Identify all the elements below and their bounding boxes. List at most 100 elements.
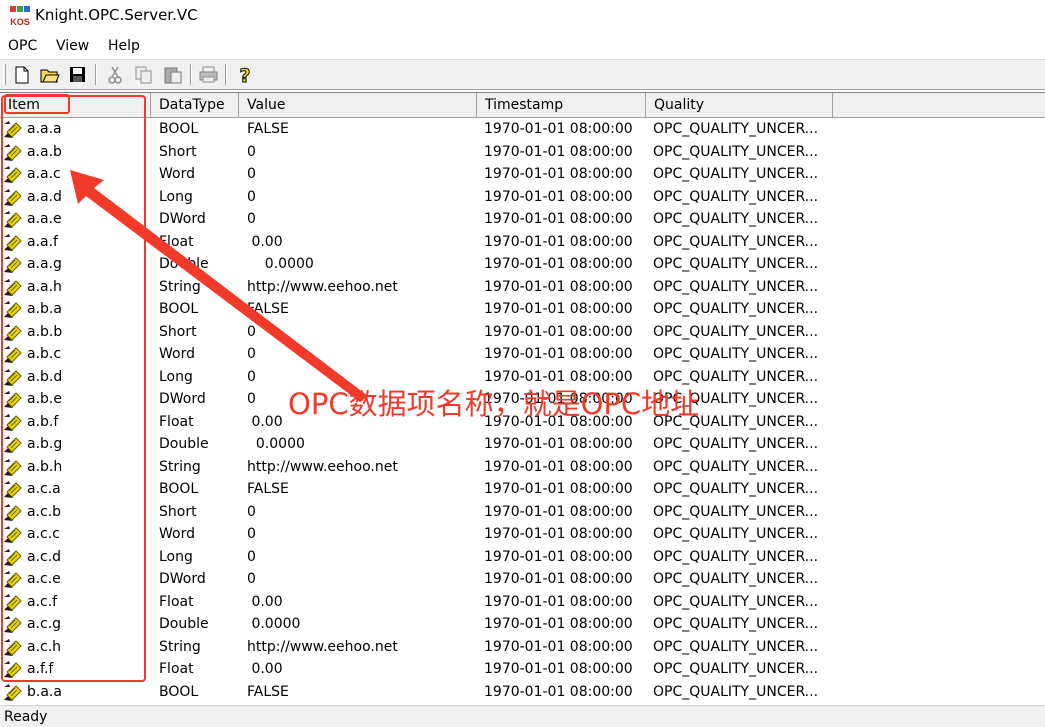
cell-quality: OPC_QUALITY_UNCER... bbox=[653, 481, 819, 497]
cell-value: 0.00 bbox=[247, 593, 283, 610]
cell-quality: OPC_QUALITY_UNCER... bbox=[653, 166, 819, 182]
toolbar-separator bbox=[95, 64, 97, 85]
cell-quality: OPC_QUALITY_UNCER... bbox=[653, 683, 819, 700]
cell-quality: OPC_QUALITY_UNCER... bbox=[653, 458, 819, 475]
window-title: Knight.OPC.Server.VC bbox=[35, 6, 198, 24]
table-row[interactable]: a.c.c Word 0 1970-01-01 08:00:00 OPC_QUALITY… bbox=[0, 523, 1045, 546]
column-header-value[interactable]: Value bbox=[239, 93, 477, 117]
cell-quality: OPC_QUALITY_UNCER... bbox=[653, 233, 819, 250]
open-button[interactable] bbox=[38, 63, 61, 86]
cell-timestamp: 1970-01-01 08:00:00 bbox=[484, 188, 633, 205]
table-row[interactable]: a.b.c Word 0 1970-01-01 08:00:00 OPC_QUALITY… bbox=[0, 343, 1045, 366]
table-row[interactable]: a.c.f Float 0.00 1970-01-01 08:00:00 OPC_QU… bbox=[0, 591, 1045, 614]
cell-quality: OPC_QUALITY_UNCER... bbox=[653, 143, 819, 160]
cell-quality: OPC_QUALITY_UNCER... bbox=[653, 256, 819, 272]
table-row[interactable]: b.a.a BOOL FALSE 1970-01-01 08:00:00 OPC_QUA… bbox=[0, 681, 1045, 704]
cell-timestamp: 1970-01-01 08:00:00 bbox=[484, 121, 633, 137]
cell-timestamp: 1970-01-01 08:00:00 bbox=[484, 166, 633, 182]
table-row[interactable]: a.c.e DWord 0 1970-01-01 08:00:00 OPC_QUALIT… bbox=[0, 568, 1045, 591]
cell-value: 0 bbox=[247, 166, 256, 182]
cell-quality: OPC_QUALITY_UNCER... bbox=[653, 278, 819, 295]
cell-value: 0.0000 bbox=[247, 616, 301, 632]
cell-timestamp: 1970-01-01 08:00:00 bbox=[484, 301, 633, 317]
cell-timestamp: 1970-01-01 08:00:00 bbox=[484, 526, 633, 542]
table-row[interactable]: a.a.f Float 0.00 1970-01-01 08:00:00 OPC_QU… bbox=[0, 231, 1045, 254]
status-bar: Ready bbox=[0, 705, 1045, 727]
cell-value: 0 bbox=[247, 526, 256, 542]
table-row[interactable]: a.a.g Double 0.0000 1970-01-01 08:00:00 OPC… bbox=[0, 253, 1045, 276]
cell-timestamp: 1970-01-01 08:00:00 bbox=[484, 616, 633, 632]
table-row[interactable]: a.c.g Double 0.0000 1970-01-01 08:00:00 OPC… bbox=[0, 613, 1045, 636]
list-header: Item DataType Value Timestamp Quality bbox=[0, 93, 1045, 118]
column-header-timestamp[interactable]: Timestamp bbox=[477, 93, 646, 117]
cell-value: 0 bbox=[247, 391, 256, 407]
print-button[interactable] bbox=[197, 63, 220, 86]
table-row[interactable]: a.c.b Short 0 1970-01-01 08:00:00 OPC_QUALIT… bbox=[0, 501, 1045, 524]
save-icon bbox=[70, 67, 85, 82]
cell-timestamp: 1970-01-01 08:00:00 bbox=[484, 323, 633, 340]
table-row[interactable]: a.c.h String http://www.eehoo.net 1970-01-0… bbox=[0, 636, 1045, 659]
table-row[interactable]: a.a.e DWord 0 1970-01-01 08:00:00 OPC_QUALIT… bbox=[0, 208, 1045, 231]
table-row[interactable]: a.c.d Long 0 1970-01-01 08:00:00 OPC_QUALITY… bbox=[0, 546, 1045, 569]
print-icon bbox=[199, 66, 218, 83]
cell-value: FALSE bbox=[247, 121, 289, 137]
cell-item: b.a.a bbox=[27, 683, 62, 700]
table-row[interactable]: a.b.a BOOL FALSE 1970-01-01 08:00:00 OPC_QUA… bbox=[0, 298, 1045, 321]
cell-datatype: BOOL bbox=[159, 683, 199, 700]
title-bar: KOS Knight.OPC.Server.VC bbox=[0, 0, 1045, 33]
app-logo-text: KOS bbox=[10, 17, 30, 27]
menu-opc[interactable]: OPC bbox=[8, 38, 37, 54]
column-header-quality[interactable]: Quality bbox=[646, 93, 833, 117]
save-button[interactable] bbox=[66, 63, 89, 86]
toolbar-separator bbox=[225, 64, 227, 85]
cell-quality: OPC_QUALITY_UNCER... bbox=[653, 571, 819, 587]
cell-timestamp: 1970-01-01 08:00:00 bbox=[484, 458, 633, 475]
table-row[interactable]: a.a.c Word 0 1970-01-01 08:00:00 OPC_QUALITY… bbox=[0, 163, 1045, 186]
table-row[interactable]: a.a.h String http://www.eehoo.net 1970-01-0… bbox=[0, 276, 1045, 299]
cell-datatype: Double bbox=[159, 256, 209, 272]
cell-datatype: Float bbox=[159, 413, 194, 430]
cell-timestamp: 1970-01-01 08:00:00 bbox=[484, 593, 633, 610]
table-row[interactable]: a.b.b Short 0 1970-01-01 08:00:00 OPC_QUALIT… bbox=[0, 321, 1045, 344]
cut-button[interactable] bbox=[103, 63, 126, 86]
table-row[interactable]: a.c.a BOOL FALSE 1970-01-01 08:00:00 OPC_QUA… bbox=[0, 478, 1045, 501]
paste-button[interactable] bbox=[161, 63, 184, 86]
cell-quality: OPC_QUALITY_UNCER... bbox=[653, 526, 819, 542]
cell-datatype: Word bbox=[159, 526, 195, 542]
cell-quality: OPC_QUALITY_UNCER... bbox=[653, 121, 819, 137]
cell-value: 0 bbox=[247, 211, 256, 227]
cell-timestamp: 1970-01-01 08:00:00 bbox=[484, 256, 633, 272]
table-row[interactable]: a.f.f Float 0.00 1970-01-01 08:00:00 OPC_QU… bbox=[0, 658, 1045, 681]
cell-value: 0 bbox=[247, 143, 256, 160]
cell-quality: OPC_QUALITY_UNCER... bbox=[653, 616, 819, 632]
menu-help[interactable]: Help bbox=[108, 38, 140, 54]
new-button[interactable] bbox=[10, 63, 33, 86]
cell-quality: OPC_QUALITY_UNCER... bbox=[653, 301, 819, 317]
cell-timestamp: 1970-01-01 08:00:00 bbox=[484, 683, 633, 700]
cell-quality: OPC_QUALITY_UNCER... bbox=[653, 323, 819, 340]
annotation-text: OPC数据项名称，就是OPC地址 bbox=[288, 387, 700, 421]
cell-timestamp: 1970-01-01 08:00:00 bbox=[484, 436, 633, 452]
table-row[interactable]: a.b.h String http://www.eehoo.net 1970-01-0… bbox=[0, 456, 1045, 479]
cell-datatype: Long bbox=[159, 368, 193, 385]
cell-timestamp: 1970-01-01 08:00:00 bbox=[484, 503, 633, 520]
table-row[interactable]: a.a.a BOOL FALSE 1970-01-01 08:00:00 OPC_QUA… bbox=[0, 118, 1045, 141]
table-row[interactable]: a.b.g Double 0.0000 1970-01-01 08:00:00 OPC… bbox=[0, 433, 1045, 456]
cell-value: 0 bbox=[247, 188, 256, 205]
cell-datatype: Float bbox=[159, 233, 194, 250]
cell-quality: OPC_QUALITY_UNCER... bbox=[653, 548, 819, 565]
menu-view[interactable]: View bbox=[56, 38, 89, 54]
cell-quality: OPC_QUALITY_UNCER... bbox=[653, 638, 819, 655]
cell-quality: OPC_QUALITY_UNCER... bbox=[653, 436, 819, 452]
cell-value: 0.00 bbox=[247, 233, 283, 250]
toolbar-grip[interactable] bbox=[3, 64, 6, 85]
help-button[interactable]: ? bbox=[233, 63, 256, 86]
column-header-datatype[interactable]: DataType bbox=[151, 93, 239, 117]
cell-timestamp: 1970-01-01 08:00:00 bbox=[484, 143, 633, 160]
cell-datatype: String bbox=[159, 638, 201, 655]
copy-button[interactable] bbox=[132, 63, 155, 86]
table-row[interactable]: a.a.d Long 0 1970-01-01 08:00:00 OPC_QUALITY… bbox=[0, 186, 1045, 209]
cell-timestamp: 1970-01-01 08:00:00 bbox=[484, 481, 633, 497]
table-row[interactable]: a.a.b Short 0 1970-01-01 08:00:00 OPC_QUALIT… bbox=[0, 141, 1045, 164]
cell-datatype: Short bbox=[159, 503, 197, 520]
